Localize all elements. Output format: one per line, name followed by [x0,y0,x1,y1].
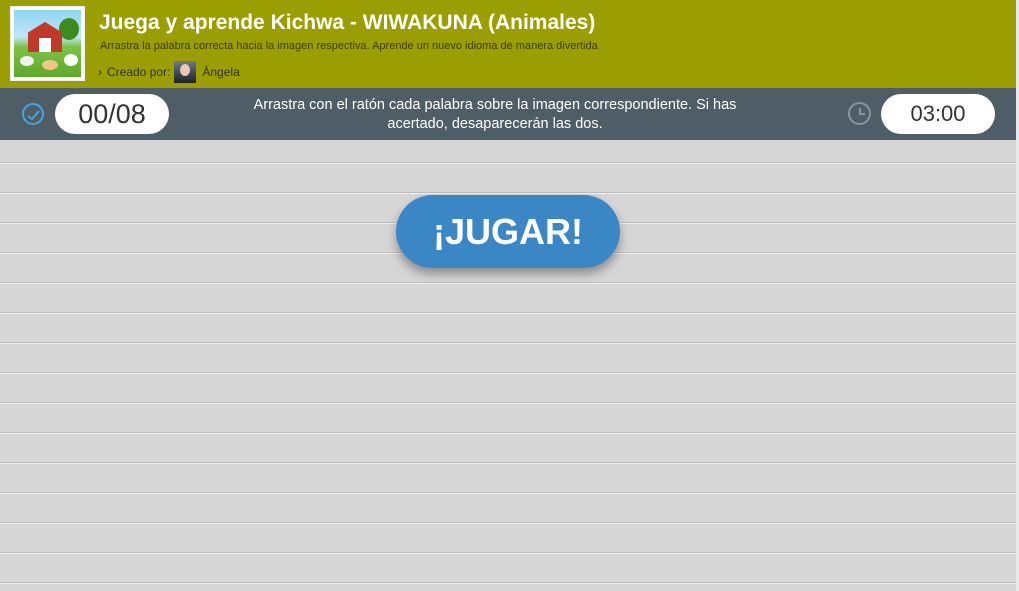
game-header: Juega y aprende Kichwa - WIWAKUNA (Anima… [0,0,1016,88]
timer-display: 03:00 [881,94,995,134]
game-thumbnail[interactable] [10,6,85,81]
play-button[interactable]: ¡JUGAR! [396,195,620,268]
tree-shape [59,18,79,40]
created-by-label: Creado por: [107,65,171,79]
author-info: › Creado por: Àngela [98,61,240,83]
barn-door-shape [39,38,51,52]
clock-icon [848,102,871,125]
animal-shape [64,54,78,66]
farm-image [14,10,81,77]
game-title: Juega y aprende Kichwa - WIWAKUNA (Anima… [99,11,596,34]
animal-shape [42,60,58,70]
check-circle-icon [22,103,44,125]
instructions-text: Arrastra con el ratón cada palabra sobre… [253,97,737,132]
score-counter: 00/08 [55,94,169,134]
chevron-right-icon: › [98,65,102,79]
animal-shape [20,56,34,66]
status-bar: 00/08 Arrastra con el ratón cada palabra… [0,88,1016,140]
author-name-link[interactable]: Àngela [202,65,239,79]
avatar[interactable] [174,61,197,83]
game-subtitle: Arrastra la palabra correcta hacia la im… [100,40,598,52]
